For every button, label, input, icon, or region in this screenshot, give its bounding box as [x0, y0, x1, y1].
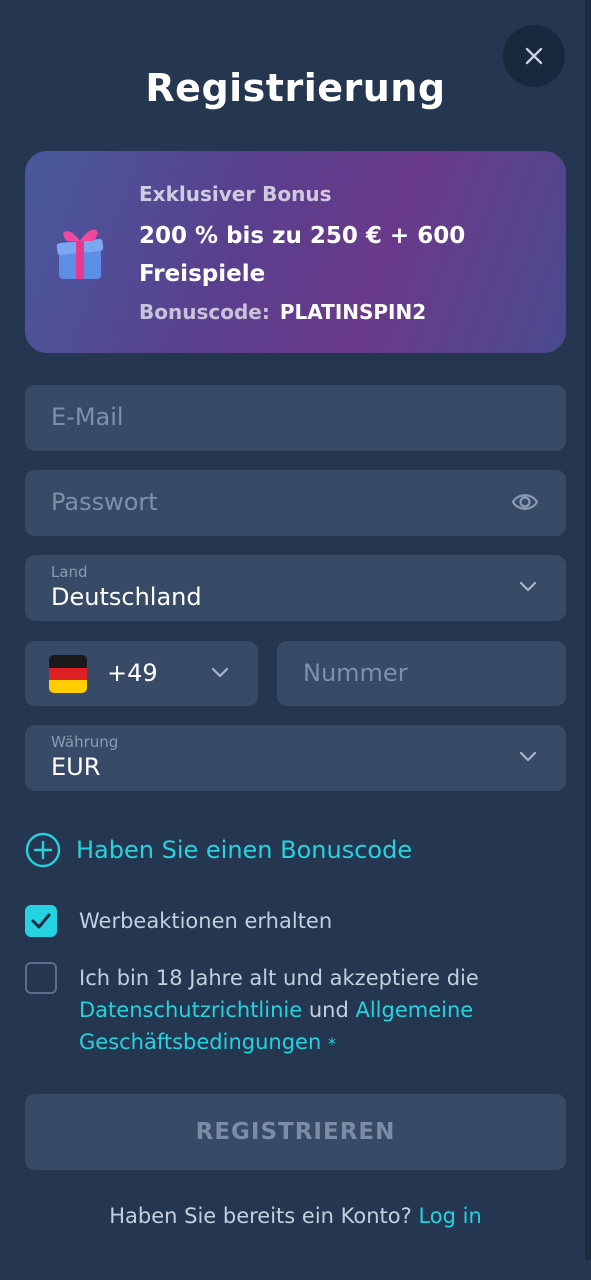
phone-code-value: +49	[107, 659, 158, 687]
gift-icon	[56, 229, 104, 279]
terms-text: Ich bin 18 Jahre alt und akzeptiere die …	[79, 962, 519, 1060]
terms-link-part1[interactable]: Allgemeine	[355, 998, 473, 1022]
bonus-code-link[interactable]: Haben Sie einen Bonuscode	[76, 836, 412, 864]
register-button[interactable]: REGISTRIEREN	[25, 1094, 566, 1170]
bonus-eyebrow: Exklusiver Bonus	[139, 182, 332, 206]
bonus-offer: 200 % bis zu 250 € + 600 Freispiele	[139, 223, 466, 287]
promotions-row: Werbeaktionen erhalten	[25, 905, 545, 937]
phone-code-select[interactable]: +49	[25, 641, 258, 706]
password-field[interactable]: Passwort	[25, 470, 566, 536]
email-placeholder: E-Mail	[51, 403, 124, 431]
email-field[interactable]: E-Mail	[25, 385, 566, 451]
bonus-card: Exklusiver Bonus 200 % bis zu 250 € + 60…	[25, 151, 566, 353]
bonus-code-value: PLATINSPIN2	[279, 300, 427, 324]
plus-circle-icon	[25, 832, 61, 868]
page-title: Registrierung	[145, 66, 446, 110]
bonus-code-toggle[interactable]: Haben Sie einen Bonuscode	[25, 832, 412, 868]
terms-row: Ich bin 18 Jahre alt und akzeptiere die …	[25, 962, 545, 1062]
scrollbar[interactable]	[585, 0, 591, 1260]
bonus-code-row: Bonuscode: PLATINSPIN2	[139, 300, 426, 324]
phone-number-field[interactable]: Nummer	[277, 641, 566, 706]
close-icon	[525, 47, 543, 65]
required-asterisk: *	[327, 1034, 336, 1053]
eye-icon[interactable]	[511, 490, 539, 514]
phone-number-placeholder: Nummer	[303, 659, 408, 687]
bonus-code-label: Bonuscode:	[139, 300, 270, 324]
currency-label: Währung	[51, 733, 119, 751]
chevron-down-icon	[211, 667, 229, 678]
promotions-label: Werbeaktionen erhalten	[79, 909, 333, 933]
germany-flag-icon	[49, 655, 87, 693]
terms-text-before: Ich bin 18 Jahre alt und akzeptiere die	[79, 966, 479, 990]
chevron-down-icon	[519, 581, 537, 592]
chevron-down-icon	[519, 751, 537, 762]
check-icon	[31, 913, 51, 929]
country-value: Deutschland	[51, 583, 202, 611]
currency-select[interactable]: Währung EUR	[25, 725, 566, 791]
terms-and: und	[308, 998, 349, 1022]
terms-link-part2[interactable]: Geschäftsbedingungen	[79, 1030, 321, 1054]
login-link[interactable]: Log in	[418, 1204, 481, 1228]
promotions-checkbox[interactable]	[25, 905, 57, 937]
login-prompt: Haben Sie bereits ein Konto? Log in	[0, 1204, 591, 1228]
terms-checkbox[interactable]	[25, 962, 57, 994]
login-question: Haben Sie bereits ein Konto?	[109, 1204, 412, 1228]
password-placeholder: Passwort	[51, 488, 158, 516]
country-select[interactable]: Land Deutschland	[25, 555, 566, 621]
currency-value: EUR	[51, 753, 101, 781]
privacy-policy-link[interactable]: Datenschutzrichtlinie	[79, 998, 302, 1022]
country-label: Land	[51, 563, 88, 581]
